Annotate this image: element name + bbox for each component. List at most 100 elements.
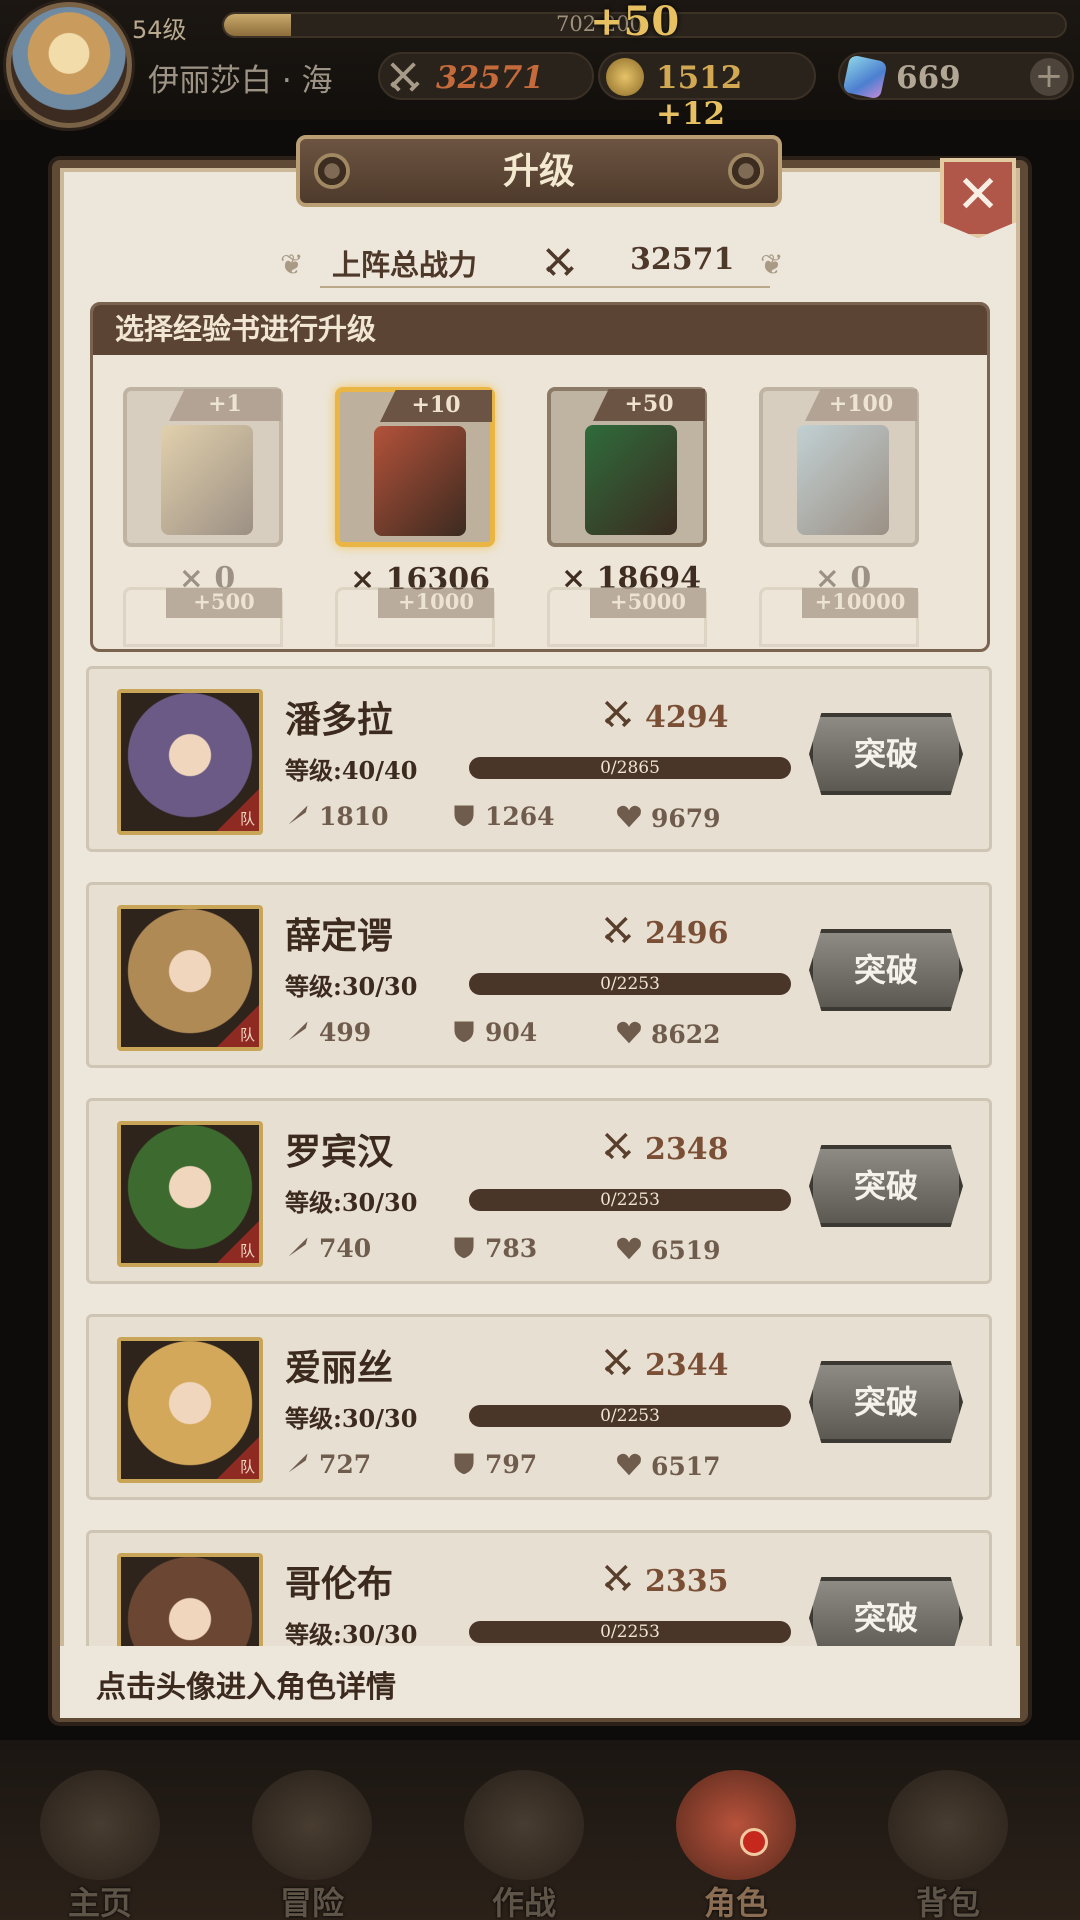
- attack-sword-icon: [288, 1237, 308, 1257]
- exp-book-500[interactable]: +500: [123, 587, 283, 647]
- hero-xp-bar: 0/2253: [469, 1621, 791, 1643]
- team-badge: 队: [215, 1003, 259, 1047]
- rivet-icon: [728, 153, 764, 189]
- panel-title-plate: 升级: [296, 135, 782, 207]
- breakthrough-button[interactable]: 突破: [809, 1577, 963, 1646]
- footer-hint-bar: 点击头像进入角色详情: [60, 1646, 1020, 1718]
- defense-stat: 783: [451, 1231, 537, 1263]
- shield-icon: [454, 1453, 474, 1475]
- hero-xp-text: 0/2253: [600, 1622, 660, 1642]
- player-avatar[interactable]: [6, 2, 132, 128]
- xp-gain-popup: +50: [590, 0, 680, 45]
- hero-level: 等级:30/30: [285, 1404, 418, 1433]
- swords-icon: [604, 700, 632, 728]
- hero-power: 2344: [601, 1341, 729, 1383]
- team-badge: 队: [215, 1435, 259, 1479]
- hero-xp-bar: 0/2865: [469, 757, 791, 779]
- book-tag: +10: [380, 390, 492, 422]
- book-tag: +1: [169, 389, 281, 421]
- close-button[interactable]: ✕: [940, 158, 1016, 238]
- power-resource: 32571: [378, 52, 594, 100]
- gold-coin-icon: [606, 58, 644, 96]
- panel-title: 升级: [502, 150, 575, 192]
- battle-icon: [464, 1770, 584, 1880]
- hero-card: 队 薛定谔 等级:30/30 2496 0/2253 499 904 8622 …: [86, 882, 992, 1068]
- attack-sword-icon: [288, 1021, 308, 1041]
- hero-level: 等级:30/30: [285, 1620, 418, 1646]
- book-icon: [161, 425, 253, 535]
- hero-card: 队 爱丽丝 等级:30/30 2344 0/2253 727 797 6517 …: [86, 1314, 992, 1500]
- exp-book-10[interactable]: +10 × 16306: [335, 387, 495, 597]
- heart-icon: [617, 805, 641, 828]
- gem-icon: [842, 54, 888, 100]
- hero-xp-text: 0/2253: [600, 1190, 660, 1210]
- book-tag: +500: [166, 588, 282, 618]
- hero-portrait[interactable]: 队: [117, 1121, 263, 1267]
- hp-stat: 6519: [615, 1231, 721, 1265]
- nav-item-0[interactable]: 主页: [20, 1770, 180, 1920]
- nav-item-2[interactable]: 作战: [444, 1770, 604, 1920]
- team-badge: 队: [215, 787, 259, 831]
- breakthrough-button[interactable]: 突破: [809, 713, 963, 795]
- book-tag: +10000: [802, 588, 918, 618]
- breakthrough-button[interactable]: 突破: [809, 1145, 963, 1227]
- shield-icon: [454, 1021, 474, 1043]
- nav-label: 作战: [491, 1884, 556, 1920]
- book-tag: +1000: [378, 588, 494, 618]
- hero-portrait[interactable]: 队: [117, 1337, 263, 1483]
- exp-book-10000[interactable]: +10000: [759, 587, 919, 647]
- book-icon: [374, 426, 466, 536]
- swords-icon: [604, 1348, 632, 1376]
- player-name: 伊丽莎白 · 海: [148, 63, 333, 99]
- hero-list[interactable]: 队 潘多拉 等级:40/40 4294 0/2865 1810 1264 967…: [86, 666, 992, 1646]
- book-tag: +100: [805, 389, 917, 421]
- notification-dot: [740, 1828, 768, 1856]
- defense-stat: 797: [451, 1447, 537, 1479]
- rivet-icon: [314, 153, 350, 189]
- total-power-label: 上阵总战力: [332, 248, 478, 282]
- nav-label: 主页: [67, 1884, 132, 1920]
- exp-book-50[interactable]: +50 × 18694: [547, 387, 707, 596]
- swords-icon: [546, 248, 574, 276]
- swords-icon: [604, 1564, 632, 1592]
- power-value: 32571: [436, 60, 544, 96]
- hero-name: 哥伦布: [285, 1563, 394, 1605]
- swords-icon: [604, 1132, 632, 1160]
- total-power-row: ❦ 上阵总战力 32571 ❦: [280, 242, 800, 292]
- exp-book-1000[interactable]: +1000: [335, 587, 495, 647]
- nav-item-3[interactable]: 角色: [656, 1770, 816, 1920]
- nav-label: 冒险: [279, 1884, 344, 1920]
- character-book-icon: [676, 1770, 796, 1880]
- breakthrough-button[interactable]: 突破: [809, 929, 963, 1011]
- hero-level: 等级:30/30: [285, 1188, 418, 1217]
- hero-portrait[interactable]: 队: [117, 905, 263, 1051]
- hero-power: 2348: [601, 1125, 729, 1167]
- gem-resource: 669 +: [838, 52, 1074, 100]
- attack-stat: 499: [285, 1015, 371, 1047]
- nav-item-1[interactable]: 冒险: [232, 1770, 392, 1920]
- hero-level: 等级:40/40: [285, 756, 418, 785]
- swords-icon: [390, 62, 420, 92]
- hero-power: 4294: [601, 693, 729, 735]
- hero-portrait[interactable]: 队: [117, 689, 263, 835]
- add-gems-button[interactable]: +: [1030, 58, 1068, 96]
- breakthrough-button[interactable]: 突破: [809, 1361, 963, 1443]
- exp-book-100[interactable]: +100 × 0: [759, 387, 919, 596]
- ornament-icon: ❦: [760, 248, 784, 281]
- attack-stat: 740: [285, 1231, 371, 1263]
- hero-portrait[interactable]: 队: [117, 1553, 263, 1646]
- footer-hint: 点击头像进入角色详情: [96, 1670, 396, 1705]
- heart-icon: [617, 1021, 641, 1044]
- nav-label: 角色: [703, 1884, 768, 1920]
- nav-item-4[interactable]: 背包: [868, 1770, 1028, 1920]
- heart-icon: [617, 1237, 641, 1260]
- exp-book-selector: 选择经验书进行升级 +1 × 0 +10 × 16306 +50 × 18694…: [90, 302, 990, 652]
- hero-name: 潘多拉: [285, 699, 394, 741]
- hero-xp-bar: 0/2253: [469, 973, 791, 995]
- exp-book-1[interactable]: +1 × 0: [123, 387, 283, 596]
- hero-xp-text: 0/2253: [600, 1406, 660, 1426]
- exp-book-5000[interactable]: +5000: [547, 587, 707, 647]
- hero-level: 等级:30/30: [285, 972, 418, 1001]
- attack-sword-icon: [288, 1453, 308, 1473]
- shield-icon: [454, 805, 474, 827]
